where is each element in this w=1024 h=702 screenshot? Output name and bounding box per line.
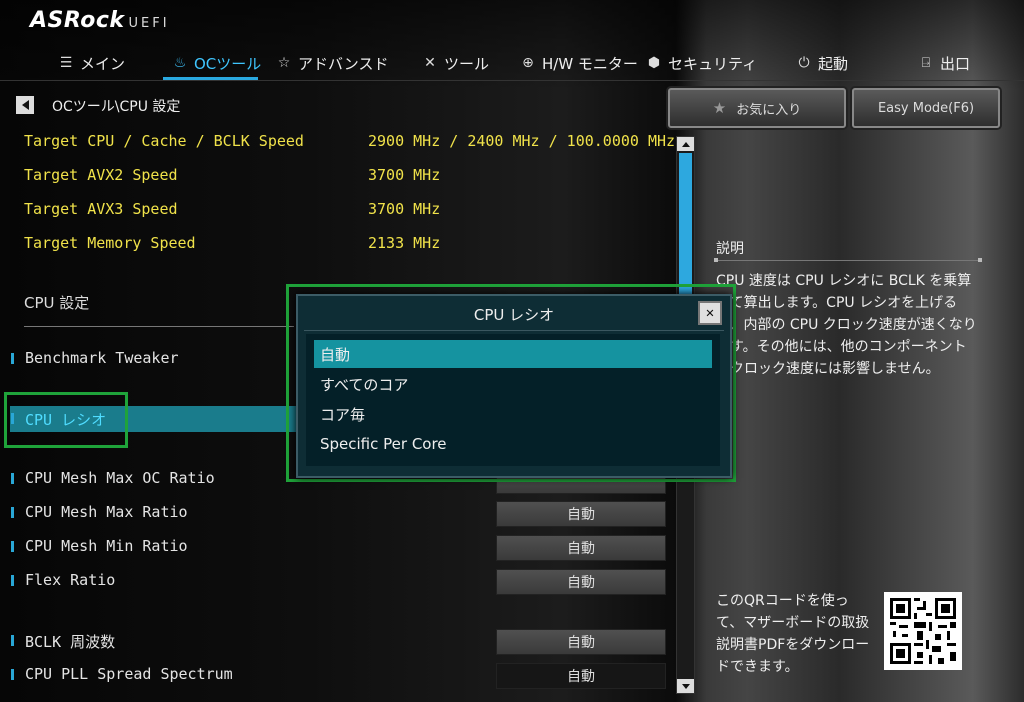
divider-dot <box>714 258 718 262</box>
mesh-max-value-button[interactable]: 自動 <box>496 501 666 527</box>
target-cpu-label: Target CPU / Cache / BCLK Speed <box>24 132 304 150</box>
monitor-icon: ⊕ <box>522 55 534 71</box>
description-title: 説明 <box>716 241 744 257</box>
target-memory-label: Target Memory Speed <box>24 234 196 252</box>
section-title: CPU 設定 <box>24 294 90 312</box>
star-icon: ☆ <box>277 55 291 71</box>
section-divider <box>24 326 294 327</box>
power-icon: ⏻ <box>798 55 810 71</box>
item-bullet <box>11 669 14 680</box>
qr-instructions: このQRコードを使って、マザーボードの取扱説明書PDFをダウンロードできます。 <box>716 593 870 675</box>
item-bullet <box>11 575 14 586</box>
list-icon: ☰ <box>59 55 73 71</box>
scroll-up-icon[interactable] <box>677 137 694 151</box>
item-bullet <box>11 473 14 484</box>
description-text: CPU 速度は CPU レシオに BCLK を乗算して算出します。CPU レシオ… <box>716 273 977 377</box>
target-avx3-value: 3700 MHz <box>368 200 441 218</box>
target-memory-value: 2133 MHz <box>368 234 441 252</box>
dialog-title: CPU レシオ <box>473 306 555 324</box>
target-avx2-label: Target AVX2 Speed <box>24 166 178 184</box>
tab-security[interactable]: ⬢ セキュリティ <box>646 48 757 78</box>
favorite-star-icon: ★ <box>712 99 727 117</box>
close-icon[interactable]: ✕ <box>698 301 722 325</box>
shield-icon: ⬢ <box>647 55 661 71</box>
option-specific-per-core[interactable]: Specific Per Core <box>314 430 712 458</box>
option-all-cores[interactable]: すべてのコア <box>314 370 712 398</box>
back-button[interactable] <box>16 96 34 114</box>
benchmark-tweaker-item[interactable]: Benchmark Tweaker <box>25 349 179 367</box>
dialog-divider <box>304 330 724 331</box>
tab-main[interactable]: ☰ メイン <box>58 48 125 78</box>
qr-code-icon <box>884 592 962 670</box>
tab-exit[interactable]: ⍈ 出口 <box>918 48 970 78</box>
tab-boot[interactable]: ⏻ 起動 <box>796 48 848 78</box>
item-bullet <box>11 507 14 518</box>
flame-icon: ♨ <box>173 55 187 71</box>
dialog-options-list: 自動 すべてのコア コア毎 Specific Per Core <box>306 334 720 466</box>
bclk-frequency-value-button[interactable]: 自動 <box>496 629 666 655</box>
breadcrumb: OCツール\CPU 設定 <box>52 99 181 115</box>
flex-ratio-item[interactable]: Flex Ratio <box>25 571 115 589</box>
asrock-logo: ASRock UEFI <box>30 8 170 33</box>
item-bullet <box>11 635 14 646</box>
target-cpu-value: 2900 MHz / 2400 MHz / 100.0000 MHz <box>368 132 676 150</box>
item-bullet <box>11 353 14 364</box>
scroll-down-icon[interactable] <box>677 679 694 693</box>
scroll-thumb[interactable] <box>679 153 692 303</box>
mesh-min-value-button[interactable]: 自動 <box>496 535 666 561</box>
tab-tools[interactable]: ✕ ツール <box>422 48 489 78</box>
flex-ratio-value-button[interactable]: 自動 <box>496 569 666 595</box>
pll-spread-spectrum-item[interactable]: CPU PLL Spread Spectrum <box>25 665 233 683</box>
cpu-ratio-highlight-box <box>4 392 128 448</box>
exit-icon: ⍈ <box>921 55 931 71</box>
pll-spread-spectrum-value-button[interactable]: 自動 <box>496 663 666 689</box>
back-arrow-icon <box>21 100 29 110</box>
tab-advanced[interactable]: ☆ アドバンスド <box>276 48 389 78</box>
item-bullet <box>11 541 14 552</box>
tab-oc-tools[interactable]: ♨ OCツール <box>172 48 262 78</box>
mesh-min-item[interactable]: CPU Mesh Min Ratio <box>25 537 188 555</box>
header-divider <box>0 80 1024 81</box>
target-avx3-label: Target AVX3 Speed <box>24 200 178 218</box>
easy-mode-button[interactable]: Easy Mode(F6) <box>852 88 1000 128</box>
option-auto[interactable]: 自動 <box>314 340 712 368</box>
mesh-max-oc-item[interactable]: CPU Mesh Max OC Ratio <box>25 469 215 487</box>
mesh-max-item[interactable]: CPU Mesh Max Ratio <box>25 503 188 521</box>
target-avx2-value: 3700 MHz <box>368 166 441 184</box>
bclk-frequency-item[interactable]: BCLK 周波数 <box>25 631 115 652</box>
description-divider <box>716 260 980 261</box>
tools-icon: ✕ <box>424 55 436 71</box>
tab-hw-monitor[interactable]: ⊕ H/W モニター <box>520 48 638 78</box>
divider-dot <box>978 258 982 262</box>
cpu-ratio-dialog: CPU レシオ ✕ 自動 すべてのコア コア毎 Specific Per Cor… <box>296 294 732 478</box>
option-per-core[interactable]: コア毎 <box>314 400 712 428</box>
favorites-button[interactable]: ★ お気に入り <box>668 88 846 128</box>
